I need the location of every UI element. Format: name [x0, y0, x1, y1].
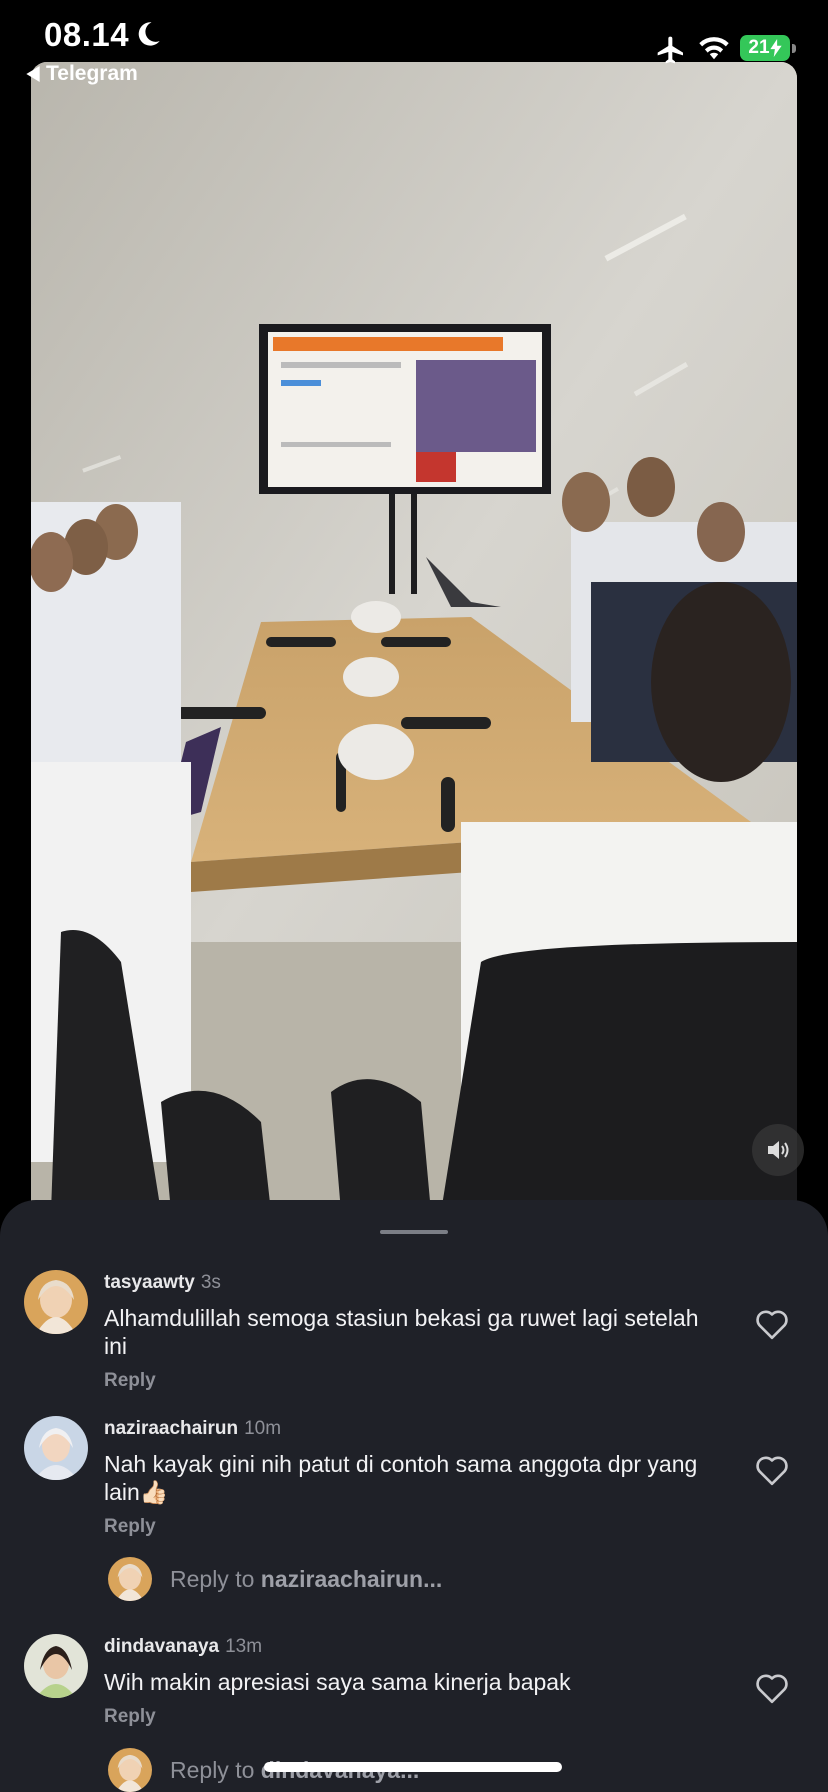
own-avatar: [108, 1557, 152, 1601]
comment-time: 13m: [225, 1636, 263, 1657]
wifi-icon: [699, 37, 729, 60]
volume-toggle-button[interactable]: [752, 1124, 804, 1176]
avatar[interactable]: [24, 1634, 88, 1698]
like-heart-icon[interactable]: [754, 1454, 790, 1486]
comment-header: tasyaawty 3s: [104, 1272, 221, 1294]
reply-prompt-text: Reply to naziraachairun...: [170, 1566, 442, 1593]
own-avatar: [108, 1748, 152, 1792]
reply-button[interactable]: Reply: [104, 1516, 156, 1538]
status-time: 08.14: [44, 16, 130, 53]
comment-text: Alhamdulillah semoga stasiun bekasi ga r…: [104, 1305, 699, 1359]
avatar[interactable]: [24, 1416, 88, 1480]
comment-header: naziraachairun 10m: [104, 1418, 281, 1440]
comment-username[interactable]: tasyaawty: [104, 1272, 195, 1293]
avatar[interactable]: [24, 1270, 88, 1334]
charging-bolt-icon: [769, 39, 782, 57]
like-heart-icon[interactable]: [754, 1308, 790, 1340]
status-bar: 08.14 21: [0, 0, 828, 64]
speaker-icon: [768, 1141, 789, 1159]
comment-header: dindavanaya 13m: [104, 1636, 262, 1658]
meeting-room-video-frame: [31, 62, 797, 1212]
sheet-grabber[interactable]: [380, 1230, 448, 1234]
reply-button[interactable]: Reply: [104, 1370, 156, 1392]
back-triangle-icon: [26, 66, 40, 82]
home-indicator[interactable]: [264, 1762, 562, 1772]
reply-prefix: Reply to: [170, 1565, 255, 1592]
comment-time: 3s: [200, 1272, 221, 1293]
reply-prompt[interactable]: Reply to naziraachairun...: [108, 1557, 442, 1601]
comment-text: Nah kayak gini nih patut di contoh sama …: [104, 1451, 698, 1505]
comment-text: Wih makin apresiasi saya sama kinerja ba…: [104, 1669, 571, 1695]
battery-level: 21: [748, 37, 770, 58]
video-player[interactable]: [31, 62, 797, 1212]
reply-target: naziraachairun...: [260, 1565, 443, 1592]
comment-username[interactable]: naziraachairun: [104, 1418, 238, 1439]
reply-button[interactable]: Reply: [104, 1706, 156, 1728]
battery-cap: [792, 44, 796, 53]
comment-time: 10m: [244, 1418, 282, 1439]
battery-indicator: 21: [740, 35, 790, 61]
reply-prefix: Reply to: [170, 1756, 255, 1783]
back-to-telegram-link[interactable]: Telegram: [26, 62, 138, 86]
airplane-mode-icon: [657, 36, 683, 64]
back-link-label: Telegram: [46, 62, 138, 85]
moon-icon: [138, 22, 160, 46]
comment-username[interactable]: dindavanaya: [104, 1636, 219, 1657]
like-heart-icon[interactable]: [754, 1672, 790, 1704]
